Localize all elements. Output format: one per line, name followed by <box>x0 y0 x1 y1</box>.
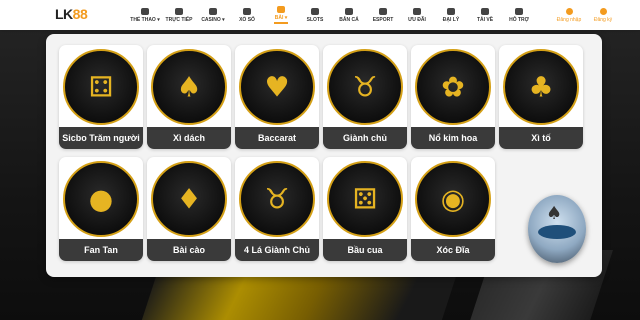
game-card[interactable]: ● Fan Tan <box>59 157 143 261</box>
casino-icon <box>209 7 217 15</box>
nav-label: CASINO ▾ <box>201 16 225 23</box>
nav-item[interactable]: THỂ THAO ▾ <box>128 0 162 30</box>
nav-item[interactable]: HỖ TRỢ <box>502 0 536 30</box>
ox-icon: ♉ <box>264 182 290 216</box>
game-card[interactable]: ♉ 4 Lá Giành Chủ <box>235 157 319 261</box>
floating-casino-ad[interactable]: ♠ <box>528 195 586 263</box>
fish-icon <box>345 7 353 15</box>
nav-item[interactable]: ƯU ĐÃI <box>400 0 434 30</box>
baccarat-icon: ♥ <box>264 70 290 104</box>
nav-label: THỂ THAO ▾ <box>130 16 160 23</box>
user-icon <box>565 7 573 15</box>
game-artwork: ◉ <box>415 161 491 237</box>
game-card[interactable]: ♦ Bài cào <box>147 157 231 261</box>
poker-icon: ♣ <box>528 70 554 104</box>
game-artwork: ⚄ <box>327 161 403 237</box>
nav-item[interactable]: TẢI VỀ <box>468 0 502 30</box>
game-artwork: ♉ <box>327 49 403 125</box>
coins-icon: ◉ <box>440 182 466 216</box>
card-games-panel: ⚃ Sicbo Trăm người ♠ Xì dách ♥ Baccarat ♉ Giành… <box>46 34 602 277</box>
logo-text: LK <box>55 6 73 22</box>
blackjack-icon: ♠ <box>176 70 202 104</box>
login-link[interactable]: Đăng nhập <box>552 0 586 30</box>
bull-icon: ♉ <box>352 70 378 104</box>
nav-label: ESPORT <box>372 16 394 23</box>
game-artwork: ♠ <box>151 49 227 125</box>
register-link[interactable]: Đăng ký <box>586 0 620 30</box>
dice-icon: ⚃ <box>88 70 114 104</box>
nav-label: HỖ TRỢ <box>509 16 529 23</box>
nav-label: BẮN CÁ <box>339 16 359 23</box>
agent-icon <box>447 7 455 15</box>
lottery-icon <box>243 7 251 15</box>
promo-icon <box>413 7 421 15</box>
game-label: 4 Lá Giành Chủ <box>235 239 319 261</box>
nav-item[interactable]: TRỰC TIẾP <box>162 0 196 30</box>
nav-item[interactable]: ĐẠI LÝ <box>434 0 468 30</box>
game-label: Baccarat <box>235 127 319 149</box>
nav-item[interactable]: BÀI ▾ <box>264 0 298 30</box>
game-card[interactable]: ♣ Xì tố <box>499 45 583 149</box>
nav-label: SLOTS <box>306 16 324 23</box>
cards-icon <box>277 6 285 14</box>
casino-table-shape <box>538 225 576 239</box>
casino-table-icon: ♠ <box>546 203 563 224</box>
top-header: LK88 THỂ THAO ▾ TRỰC TIẾP CASINO ▾ XỔ SỐ BÀI… <box>0 0 640 30</box>
nav-item[interactable]: XỔ SỐ <box>230 0 264 30</box>
register-label: Đăng ký <box>593 16 613 23</box>
game-label: Bầu cua <box>323 239 407 261</box>
nav-label: ƯU ĐÃI <box>408 16 426 23</box>
nav-item[interactable]: SLOTS <box>298 0 332 30</box>
game-label: Fan Tan <box>59 239 143 261</box>
nav-item[interactable]: ESPORT <box>366 0 400 30</box>
logo-number: 88 <box>72 6 88 22</box>
game-label: Sicbo Trăm người <box>59 127 143 149</box>
main-nav: THỂ THAO ▾ TRỰC TIẾP CASINO ▾ XỔ SỐ BÀI ▾ SLO… <box>128 0 536 30</box>
nav-label: ĐẠI LÝ <box>442 16 460 23</box>
user-plus-icon <box>599 7 607 15</box>
game-artwork: ♦ <box>151 161 227 237</box>
nav-item[interactable]: CASINO ▾ <box>196 0 230 30</box>
flower-icon: ✿ <box>441 70 465 104</box>
game-artwork: ♥ <box>239 49 315 125</box>
game-card[interactable]: ⚃ Sicbo Trăm người <box>59 45 143 149</box>
login-label: Đăng nhập <box>556 16 582 23</box>
game-label: Xóc Đĩa <box>411 239 495 261</box>
game-artwork: ♉ <box>239 161 315 237</box>
auth-links: Đăng nhập Đăng ký <box>552 0 620 30</box>
nav-label: XỔ SỐ <box>239 16 255 23</box>
nav-label: TẢI VỀ <box>476 16 494 23</box>
fantan-icon: ● <box>88 182 114 216</box>
game-artwork: ♣ <box>503 49 579 125</box>
game-artwork: ⚃ <box>63 49 139 125</box>
nav-label: BÀI ▾ <box>274 15 288 22</box>
game-card[interactable]: ⚄ Bầu cua <box>323 157 407 261</box>
game-card[interactable]: ♉ Giành chủ <box>323 45 407 149</box>
nav-item[interactable]: BẮN CÁ <box>332 0 366 30</box>
sports-icon <box>141 7 149 15</box>
game-card[interactable]: ◉ Xóc Đĩa <box>411 157 495 261</box>
support-icon <box>515 7 523 15</box>
game-card[interactable]: ✿ Nổ kim hoa <box>411 45 495 149</box>
crab-icon: ⚄ <box>352 182 378 216</box>
game-artwork: ● <box>63 161 139 237</box>
toad-icon: ♦ <box>176 182 202 216</box>
game-artwork: ✿ <box>415 49 491 125</box>
game-label: Nổ kim hoa <box>411 127 495 149</box>
download-icon <box>481 7 489 15</box>
esport-icon <box>379 7 387 15</box>
game-label: Xì tố <box>499 127 583 149</box>
game-card[interactable]: ♠ Xì dách <box>147 45 231 149</box>
game-label: Bài cào <box>147 239 231 261</box>
game-card[interactable]: ♥ Baccarat <box>235 45 319 149</box>
site-logo[interactable]: LK88 <box>55 6 88 22</box>
game-label: Xì dách <box>147 127 231 149</box>
nav-label: TRỰC TIẾP <box>165 16 193 23</box>
slots-icon <box>311 7 319 15</box>
live-icon <box>175 7 183 15</box>
game-label: Giành chủ <box>323 127 407 149</box>
